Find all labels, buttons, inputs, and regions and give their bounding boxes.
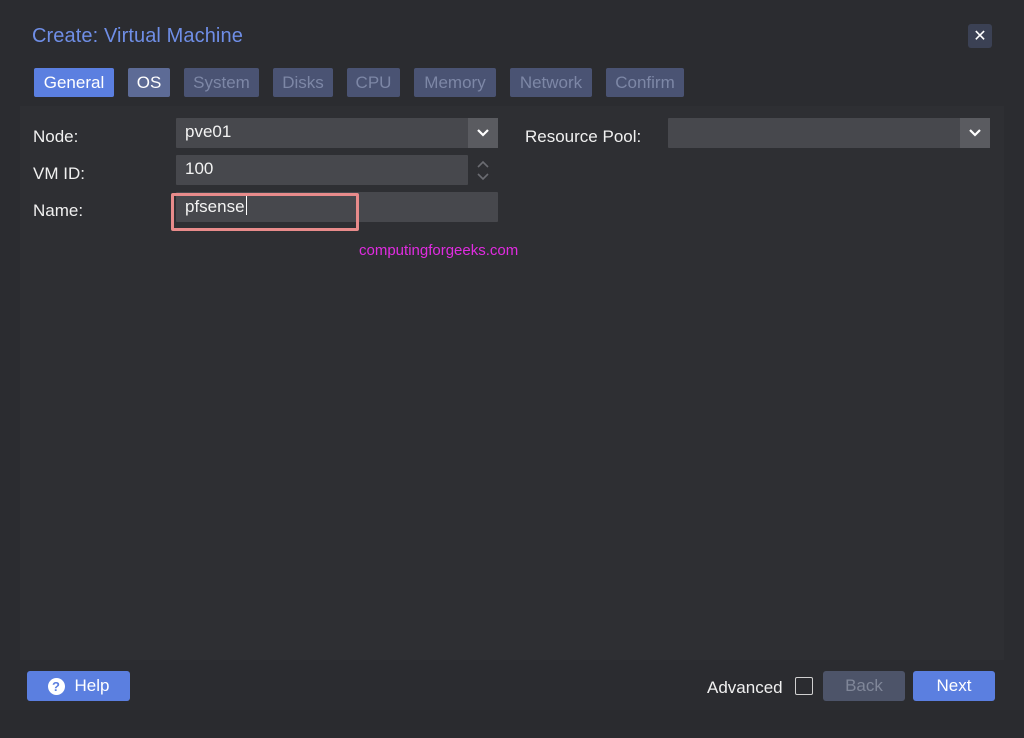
chevron-up-icon[interactable] [477, 160, 489, 168]
tab-cpu[interactable]: CPU [347, 68, 400, 97]
window-bottom-strip [0, 710, 1024, 738]
node-select[interactable]: pve01 [176, 118, 498, 148]
name-input[interactable]: pfsense [176, 192, 498, 222]
node-value: pve01 [185, 122, 232, 141]
tab-os[interactable]: OS [128, 68, 170, 97]
vmid-value: 100 [185, 159, 214, 178]
chevron-down-icon[interactable] [477, 172, 489, 181]
help-button-label: Help [74, 676, 110, 695]
wizard-tab-bar: General OS System Disks CPU Memory Netwo… [20, 60, 1004, 106]
chevron-down-icon [477, 129, 489, 137]
vmid-input[interactable]: 100 [176, 155, 468, 185]
node-dropdown-trigger[interactable] [468, 118, 498, 148]
resource-pool-label: Resource Pool: [525, 127, 642, 146]
help-button[interactable]: ? Help [27, 671, 130, 701]
name-value: pfsense [185, 196, 247, 217]
tab-network[interactable]: Network [510, 68, 592, 97]
back-button[interactable]: Back [823, 671, 905, 701]
close-icon: ✕ [973, 28, 987, 45]
general-panel [20, 106, 1004, 660]
watermark-text: computingforgeeks.com [359, 242, 519, 259]
close-button[interactable]: ✕ [968, 24, 992, 48]
node-label: Node: [33, 127, 79, 146]
resource-pool-dropdown-trigger[interactable] [960, 118, 990, 148]
next-button[interactable]: Next [913, 671, 995, 701]
create-vm-dialog: Create: Virtual Machine ✕ General OS Sys… [0, 0, 1024, 738]
resource-pool-select[interactable] [668, 118, 990, 148]
tab-confirm[interactable]: Confirm [606, 68, 684, 97]
help-icon: ? [47, 677, 65, 695]
vmid-spinner[interactable] [474, 157, 492, 183]
tab-memory[interactable]: Memory [414, 68, 496, 97]
dialog-footer: ? Help Advanced Back Next [0, 660, 1024, 710]
advanced-label: Advanced [707, 678, 783, 697]
tab-system[interactable]: System [184, 68, 259, 97]
dialog-title: Create: Virtual Machine [32, 25, 243, 47]
advanced-checkbox[interactable] [795, 677, 813, 695]
tab-general[interactable]: General [34, 68, 114, 97]
name-value-text: pfsense [185, 197, 245, 216]
tab-disks[interactable]: Disks [273, 68, 333, 97]
text-caret [245, 196, 247, 215]
vmid-label: VM ID: [33, 164, 85, 183]
chevron-down-icon [969, 129, 981, 137]
name-label: Name: [33, 201, 84, 220]
